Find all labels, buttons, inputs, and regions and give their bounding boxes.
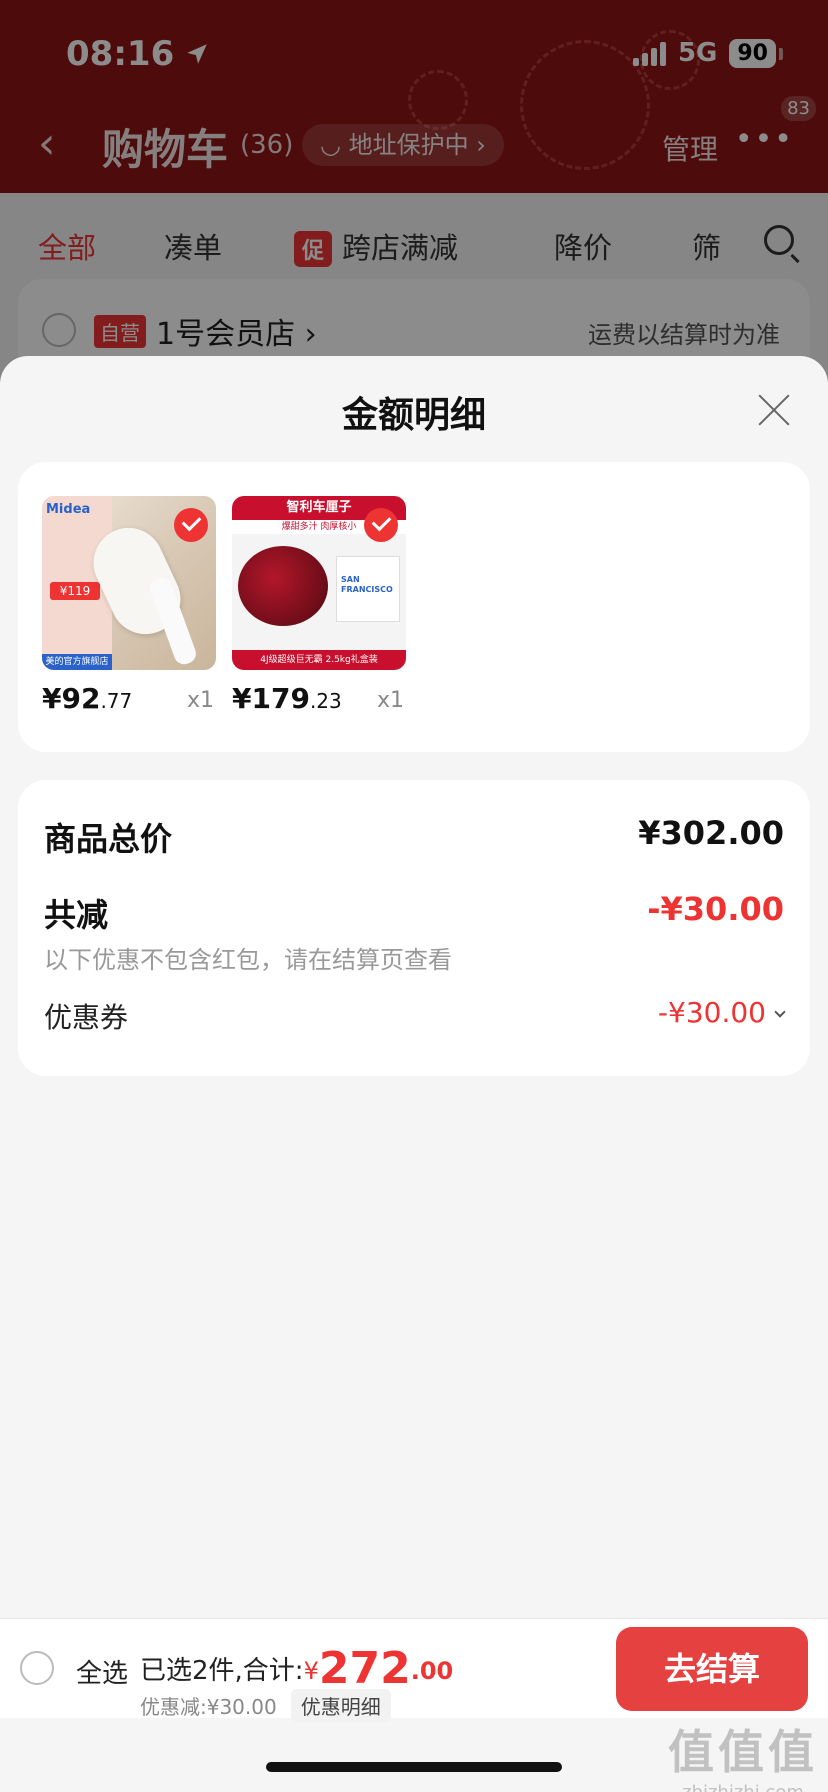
product-item[interactable]: 智利车厘子 爆甜多汁 肉厚核小 SAN FRANCISCO 4J级超级巨无霸 2…	[232, 496, 406, 722]
total-label: 商品总价	[44, 820, 173, 858]
price-decimal: .77	[100, 689, 133, 713]
watermark-text: 值值值	[668, 1725, 818, 1779]
discount-note: 以下优惠不包含红包，请在结算页查看	[44, 946, 452, 974]
select-all-radio[interactable]	[20, 1651, 54, 1685]
coupon-row[interactable]: -¥30.00	[657, 996, 786, 1029]
total-value: ¥302.00	[638, 814, 784, 852]
reduce-value: -¥30.00	[647, 890, 784, 928]
product-quantity: x1	[186, 688, 214, 713]
box-brand: SAN FRANCISCO	[341, 575, 393, 594]
discount-amount: 优惠减:¥30.00	[140, 1695, 277, 1719]
product-image: 智利车厘子 爆甜多汁 肉厚核小 SAN FRANCISCO 4J级超级巨无霸 2…	[232, 496, 406, 670]
select-all-label[interactable]: 全选	[76, 1653, 128, 1690]
product-quantity: x1	[376, 688, 404, 713]
product-price: ¥92.77	[42, 682, 132, 715]
total-amount: 272	[318, 1643, 411, 1694]
price-integer: ¥92	[42, 682, 101, 715]
store-tag: 美的官方旗舰店	[42, 654, 112, 670]
amount-detail-sheet: 金额明细 Midea ¥119 美的官方旗舰店 ¥92.77 x1 智利车厘子 …	[0, 356, 828, 1792]
product-image: Midea ¥119 美的官方旗舰店	[42, 496, 216, 670]
products-card: Midea ¥119 美的官方旗舰店 ¥92.77 x1 智利车厘子 爆甜多汁 …	[18, 462, 810, 752]
product-bottom-text: 4J级超级巨无霸 2.5kg礼盒装	[232, 650, 406, 670]
sheet-title: 金额明细	[341, 395, 486, 436]
price-integer: ¥179	[232, 682, 310, 715]
checkout-bar: 全选 已选2件,合计:¥272.00 优惠减:¥30.00 优惠明细 去结算	[0, 1618, 828, 1722]
chevron-down-icon	[774, 1006, 786, 1018]
total-amount-decimal: .00	[410, 1657, 454, 1685]
currency-symbol: ¥	[303, 1657, 319, 1685]
reduce-label: 共减	[44, 896, 109, 934]
discount-line: 优惠减:¥30.00 优惠明细	[140, 1689, 391, 1722]
coupon-label: 优惠券	[44, 1001, 129, 1034]
selected-count-text: 已选2件,合计:	[140, 1656, 304, 1686]
discount-detail-button[interactable]: 优惠明细	[290, 1689, 391, 1722]
checkout-button[interactable]: 去结算	[616, 1627, 808, 1711]
promo-price-tag: ¥119	[50, 582, 100, 600]
watermark-url: zhizhizhi.com	[668, 1782, 818, 1792]
selected-check-icon[interactable]	[174, 508, 208, 542]
price-row: ¥92.77 x1	[42, 682, 216, 722]
selected-check-icon[interactable]	[364, 508, 398, 542]
watermark: 值值值 zhizhizhi.com	[668, 1716, 818, 1792]
price-decimal: .23	[309, 689, 342, 713]
price-row: ¥179.23 x1	[232, 682, 406, 722]
close-icon[interactable]	[756, 392, 792, 428]
gift-box-shape: SAN FRANCISCO	[336, 556, 400, 622]
home-indicator[interactable]	[266, 1762, 562, 1772]
price-summary-card: 商品总价 ¥302.00 共减 -¥30.00 以下优惠不包含红包，请在结算页查…	[18, 780, 810, 1076]
brand-logo: Midea	[46, 502, 91, 517]
selection-summary: 已选2件,合计:¥272.00	[140, 1639, 454, 1694]
coupon-value: -¥30.00	[657, 996, 766, 1029]
product-item[interactable]: Midea ¥119 美的官方旗舰店 ¥92.77 x1	[42, 496, 216, 722]
cherry-bowl-shape	[238, 546, 328, 626]
product-price: ¥179.23	[232, 682, 342, 715]
